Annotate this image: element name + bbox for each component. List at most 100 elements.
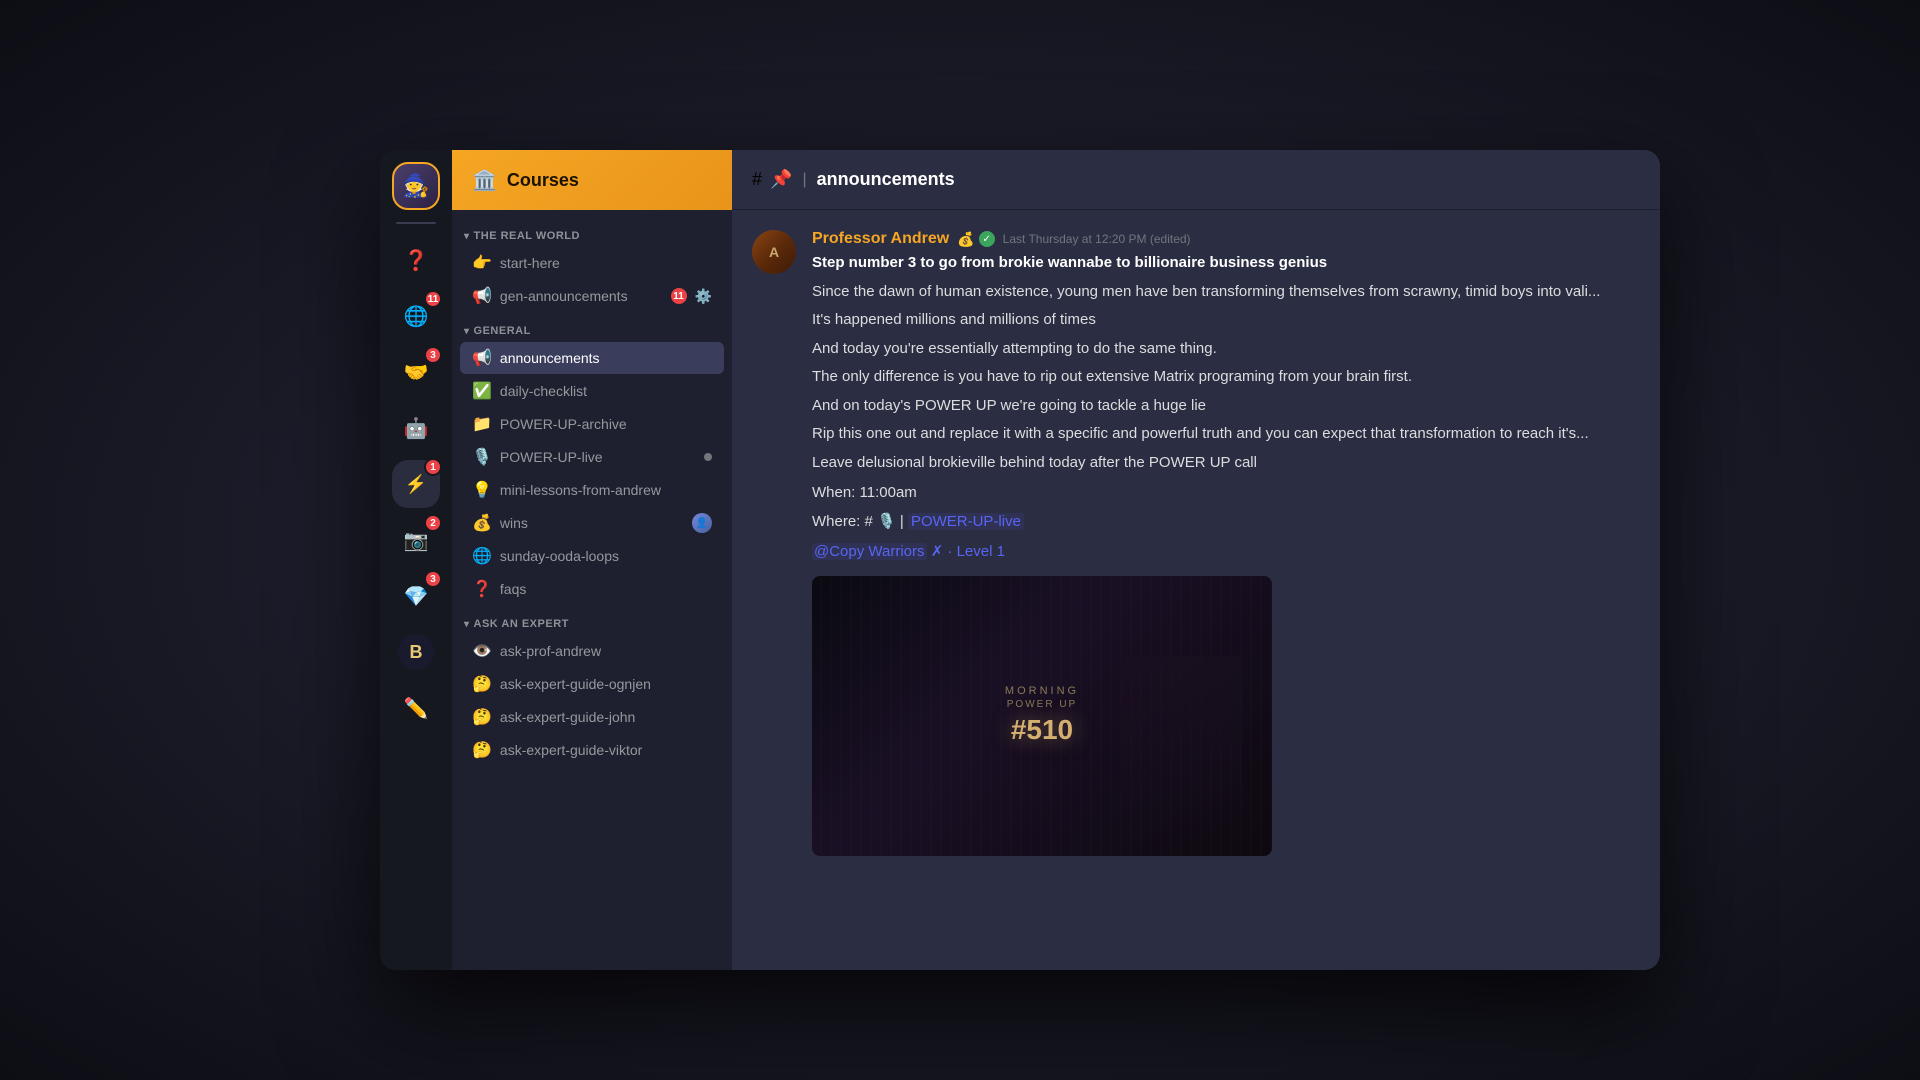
robot-icon: 🤖	[404, 416, 429, 441]
channel-name-gen-announcements: gen-announcements	[500, 288, 663, 304]
power-up-live-icon: 🎙️	[472, 447, 492, 467]
message-paragraph-5: And on today's POWER UP we're going to t…	[812, 395, 1640, 418]
globe-badge: 11	[424, 290, 442, 308]
channel-header-name: announcements	[817, 169, 955, 190]
globe-icon: 🌐	[404, 304, 429, 329]
channel-name-ask-john: ask-expert-guide-john	[500, 709, 712, 725]
channel-pin-icon: 📌	[770, 169, 792, 190]
channel-name-announcements: announcements	[500, 350, 712, 366]
channel-name-power-up-archive: POWER-UP-archive	[500, 416, 712, 432]
power-up-live-link[interactable]: POWER-UP-live	[908, 513, 1024, 530]
robot-icon-item[interactable]: 🤖	[392, 404, 440, 452]
channel-ask-ognjen[interactable]: 🤔 ask-expert-guide-ognjen	[460, 668, 724, 700]
ask-ognjen-icon: 🤔	[472, 674, 492, 694]
main-server-icon[interactable]: 🧙	[392, 162, 440, 210]
mention-level: ✗ · Level 1	[931, 543, 1005, 560]
channel-name-faqs: faqs	[500, 581, 712, 597]
online-indicator	[704, 453, 712, 461]
message-author-name: Professor Andrew	[812, 230, 949, 248]
channel-sunday-ooda-loops[interactable]: 🌐 sunday-ooda-loops	[460, 540, 724, 572]
b-circle-icon: B	[398, 634, 434, 670]
message-professor-andrew: A Professor Andrew 💰 ✓ Last Thursday at …	[752, 230, 1640, 856]
courses-label: Courses	[507, 170, 579, 191]
handshake-icon-item[interactable]: 🤝 3	[392, 348, 440, 396]
message-text-body: Step number 3 to go from brokie wannabe …	[812, 252, 1640, 564]
channel-hash-icon: #	[752, 169, 762, 190]
app-container: 🧙 ❓ 🌐 11 🤝 3 🤖 ⚡ 1 📷 2 💎 3 B	[380, 150, 1660, 970]
channel-name-wins: wins	[500, 515, 684, 531]
courses-button[interactable]: 🏛️ Courses	[452, 150, 732, 210]
category-ask-expert[interactable]: ASK AN EXPERT	[452, 606, 732, 634]
camera-icon-item[interactable]: 📷 2	[392, 516, 440, 564]
power-up-text-container: MORNING POWER UP #510	[1005, 685, 1079, 746]
message-timestamp: Last Thursday at 12:20 PM (edited)	[1003, 232, 1191, 246]
trw-icon-item[interactable]: ⚡ 1	[392, 460, 440, 508]
channel-gen-announcements[interactable]: 📢 gen-announcements 11 ⚙️	[460, 280, 724, 312]
channel-ask-prof-andrew[interactable]: 👁️ ask-prof-andrew	[460, 635, 724, 667]
ask-prof-andrew-icon: 👁️	[472, 641, 492, 661]
professor-avatar: A	[752, 230, 796, 274]
channel-header: # 📌 | announcements	[732, 150, 1660, 210]
message-bold-title: Step number 3 to go from brokie wannabe …	[812, 254, 1327, 271]
messages-area[interactable]: A Professor Andrew 💰 ✓ Last Thursday at …	[732, 210, 1660, 970]
pen-icon-item[interactable]: ✏️	[392, 684, 440, 732]
copy-warriors-mention[interactable]: @Copy Warriors	[812, 543, 927, 560]
channel-name-ask-viktor: ask-expert-guide-viktor	[500, 742, 712, 758]
channel-daily-checklist[interactable]: ✅ daily-checklist	[460, 375, 724, 407]
money-bag-badge-icon: 💰	[957, 231, 974, 248]
message-paragraph-2: It's happened millions and millions of t…	[812, 309, 1640, 332]
message-mention-line: @Copy Warriors ✗ · Level 1	[812, 541, 1640, 564]
power-up-label: POWER UP	[1005, 699, 1079, 710]
message-badge-container: 💰 ✓	[957, 231, 994, 248]
morning-label: MORNING	[1005, 685, 1079, 697]
category-general-label: GENERAL	[474, 325, 531, 337]
message-paragraph-7: Leave delusional brokieville behind toda…	[812, 452, 1640, 475]
channel-name-power-up-live: POWER-UP-live	[500, 449, 696, 465]
channel-mini-lessons[interactable]: 💡 mini-lessons-from-andrew	[460, 474, 724, 506]
gen-announcements-icon: 📢	[472, 286, 492, 306]
channel-name-sunday-ooda: sunday-ooda-loops	[500, 548, 712, 564]
diamond-icon-item[interactable]: 💎 3	[392, 572, 440, 620]
divider	[396, 222, 436, 224]
channel-announcements[interactable]: 📢 announcements	[460, 342, 724, 374]
power-up-number: #510	[1005, 714, 1079, 746]
wins-icon: 💰	[472, 513, 492, 533]
channel-name-daily-checklist: daily-checklist	[500, 383, 712, 399]
channel-power-up-live[interactable]: 🎙️ POWER-UP-live	[460, 441, 724, 473]
power-up-archive-icon: 📁	[472, 414, 492, 434]
message-when: When: 11:00am	[812, 482, 1640, 505]
settings-icon-gen: ⚙️	[695, 288, 712, 305]
diamond-badge: 3	[424, 570, 442, 588]
channel-power-up-archive[interactable]: 📁 POWER-UP-archive	[460, 408, 724, 440]
channel-faqs[interactable]: ❓ faqs	[460, 573, 724, 605]
channel-wins[interactable]: 💰 wins 👤	[460, 507, 724, 539]
wins-user-avatar: 👤	[692, 513, 712, 533]
channel-ask-john[interactable]: 🤔 ask-expert-guide-john	[460, 701, 724, 733]
channel-name-ask-prof-andrew: ask-prof-andrew	[500, 643, 712, 659]
channel-start-here[interactable]: 👉 start-here	[460, 247, 724, 279]
verified-badge-icon: ✓	[979, 231, 995, 247]
help-icon-item[interactable]: ❓	[392, 236, 440, 284]
message-body: Professor Andrew 💰 ✓ Last Thursday at 12…	[812, 230, 1640, 856]
diamond-icon: 💎	[404, 584, 429, 609]
category-general[interactable]: GENERAL	[452, 313, 732, 341]
channel-ask-viktor[interactable]: 🤔 ask-expert-guide-viktor	[460, 734, 724, 766]
message-where: Where: # 🎙️ | POWER-UP-live	[812, 511, 1640, 534]
message-paragraph-1: Since the dawn of human existence, young…	[812, 281, 1640, 304]
b-icon-item[interactable]: B	[392, 628, 440, 676]
figure-silhouette	[1122, 656, 1242, 856]
category-the-real-world[interactable]: THE REAL WORLD	[452, 218, 732, 246]
announcements-icon: 📢	[472, 348, 492, 368]
ask-john-icon: 🤔	[472, 707, 492, 727]
daily-checklist-icon: ✅	[472, 381, 492, 401]
main-content: # 📌 | announcements A Professor Andrew 💰…	[732, 150, 1660, 970]
mini-lessons-icon: 💡	[472, 480, 492, 500]
faqs-icon: ❓	[472, 579, 492, 599]
trw-logo-icon: ⚡	[405, 474, 427, 495]
icon-bar: 🧙 ❓ 🌐 11 🤝 3 🤖 ⚡ 1 📷 2 💎 3 B	[380, 150, 452, 970]
sidebar-scroll-area: THE REAL WORLD 👉 start-here 📢 gen-announ…	[452, 210, 732, 970]
help-icon: ❓	[404, 248, 429, 273]
globe-icon-item[interactable]: 🌐 11	[392, 292, 440, 340]
ask-viktor-icon: 🤔	[472, 740, 492, 760]
message-paragraph-4: The only difference is you have to rip o…	[812, 366, 1640, 389]
